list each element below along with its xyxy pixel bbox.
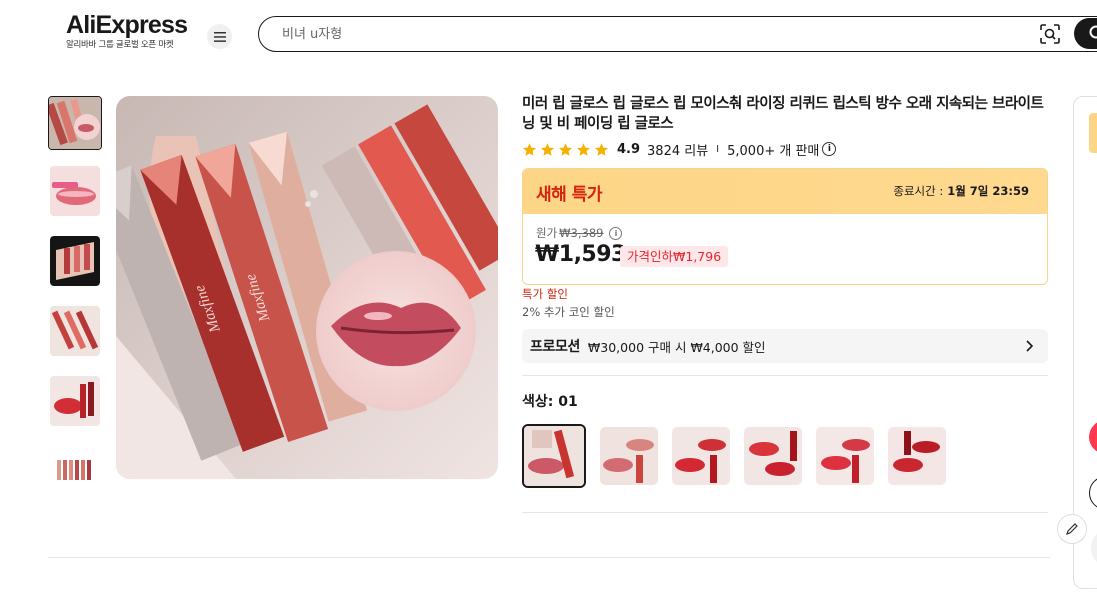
thumbnail-1[interactable]: [48, 96, 102, 150]
section-divider: [522, 375, 1048, 376]
deal-title: 새해 특가: [536, 185, 602, 205]
original-price-label: 원가: [536, 226, 558, 240]
color-variant-label: 색상: 01: [522, 394, 578, 410]
deal-end-time: 종료시간 :1월 7일 23:59: [893, 183, 1029, 199]
star-icon: [522, 142, 537, 156]
color-swatch-2[interactable]: [600, 427, 658, 485]
edit-button[interactable]: [1057, 514, 1087, 544]
star-icon: [594, 142, 609, 156]
color-swatch-list: [522, 424, 946, 488]
logo-tagline: 알리바바 그룹 글로벌 오픈 마켓: [66, 40, 174, 50]
thumbnail-image: [50, 446, 100, 496]
hamburger-menu-button[interactable]: [207, 24, 232, 49]
price-info-icon[interactable]: i: [609, 226, 623, 240]
sale-price: ₩1,593: [535, 242, 626, 267]
search-input[interactable]: [282, 23, 1002, 45]
original-price: ₩3,389: [559, 226, 604, 240]
thumbnail-image: [50, 306, 100, 356]
swatch-image: [524, 426, 584, 486]
color-swatch-6[interactable]: [888, 427, 946, 485]
deal-price-box: 새해 특가 종료시간 :1월 7일 23:59 원가 ₩3,389 i ₩1,5…: [522, 168, 1048, 285]
thumbnail-image: [49, 97, 101, 149]
thumbnail-image: [50, 166, 100, 216]
product-photo: Maxfine Maxfine: [116, 96, 498, 479]
sale-tag: 특가 할인: [522, 287, 568, 301]
coin-discount-tag: 2% 추가 코인 할인: [522, 305, 615, 319]
original-price-row: 원가 ₩3,389 i: [536, 225, 623, 241]
star-icon: [558, 142, 573, 156]
promotion-text: ₩30,000 구매 시 ₩4,000 할인: [587, 339, 766, 355]
discount-badge: 가격인하₩1,796: [620, 246, 729, 267]
hamburger-menu-icon: [213, 31, 226, 42]
image-search-icon: [1040, 24, 1060, 44]
thumbnail-6[interactable]: [50, 446, 100, 496]
star-icon: [576, 142, 591, 156]
thumbnail-3[interactable]: [50, 236, 100, 286]
deal-end-label: 종료시간 :: [893, 184, 944, 198]
search-bar: [258, 16, 1097, 52]
panel-deal-badge: [1089, 113, 1097, 153]
image-search-button[interactable]: [1039, 23, 1061, 45]
product-title: 미러 립 글로스 립 글로스 립 모이스춰 라이징 리퀴드 립스틱 방수 오래 …: [522, 96, 1044, 132]
search-icon: [1089, 25, 1097, 39]
rating-score: 4.9: [617, 141, 641, 157]
color-swatch-5[interactable]: [816, 427, 874, 485]
info-icon[interactable]: i: [822, 142, 837, 156]
color-swatch-3[interactable]: [672, 427, 730, 485]
aliexpress-logo[interactable]: AliExpress 알리바바 그룹 글로벌 오픈 마켓: [66, 11, 190, 51]
sold-count: 5,000+ 개 판매: [727, 143, 820, 159]
thumbnail-4[interactable]: [50, 306, 100, 356]
thumbnail-5[interactable]: [50, 376, 100, 426]
star-rating: [522, 142, 609, 157]
section-divider: [522, 512, 1048, 513]
page-divider: [48, 557, 1050, 558]
main-product-image[interactable]: Maxfine Maxfine: [116, 96, 498, 479]
rating-separator: I: [716, 143, 720, 155]
deal-banner: 새해 특가 종료시간 :1월 7일 23:59: [523, 169, 1047, 214]
swatch-image: [888, 427, 946, 485]
review-count[interactable]: 3824 리뷰: [647, 140, 708, 159]
promotion-label: 프로모션: [530, 339, 580, 355]
swatch-image: [744, 427, 802, 485]
deal-end-value: 1월 7일 23:59: [947, 184, 1029, 198]
star-icon: [540, 142, 555, 156]
thumbnail-image: [50, 376, 100, 426]
rating-row: 4.9 3824 리뷰 I 5,000+ 개 판매 i: [522, 140, 837, 159]
color-swatch-4[interactable]: [744, 427, 802, 485]
swatch-image: [672, 427, 730, 485]
chevron-right-icon: [1026, 340, 1034, 352]
color-swatch-1[interactable]: [522, 424, 586, 488]
thumbnail-image: [50, 236, 100, 286]
search-submit-button[interactable]: [1074, 18, 1097, 49]
pencil-icon: [1066, 523, 1078, 535]
swatch-image: [600, 427, 658, 485]
thumbnail-2[interactable]: [50, 166, 100, 216]
promotion-row[interactable]: 프로모션 ₩30,000 구매 시 ₩4,000 할인: [522, 329, 1048, 363]
logo-wordmark: AliExpress: [66, 11, 188, 39]
swatch-image: [816, 427, 874, 485]
